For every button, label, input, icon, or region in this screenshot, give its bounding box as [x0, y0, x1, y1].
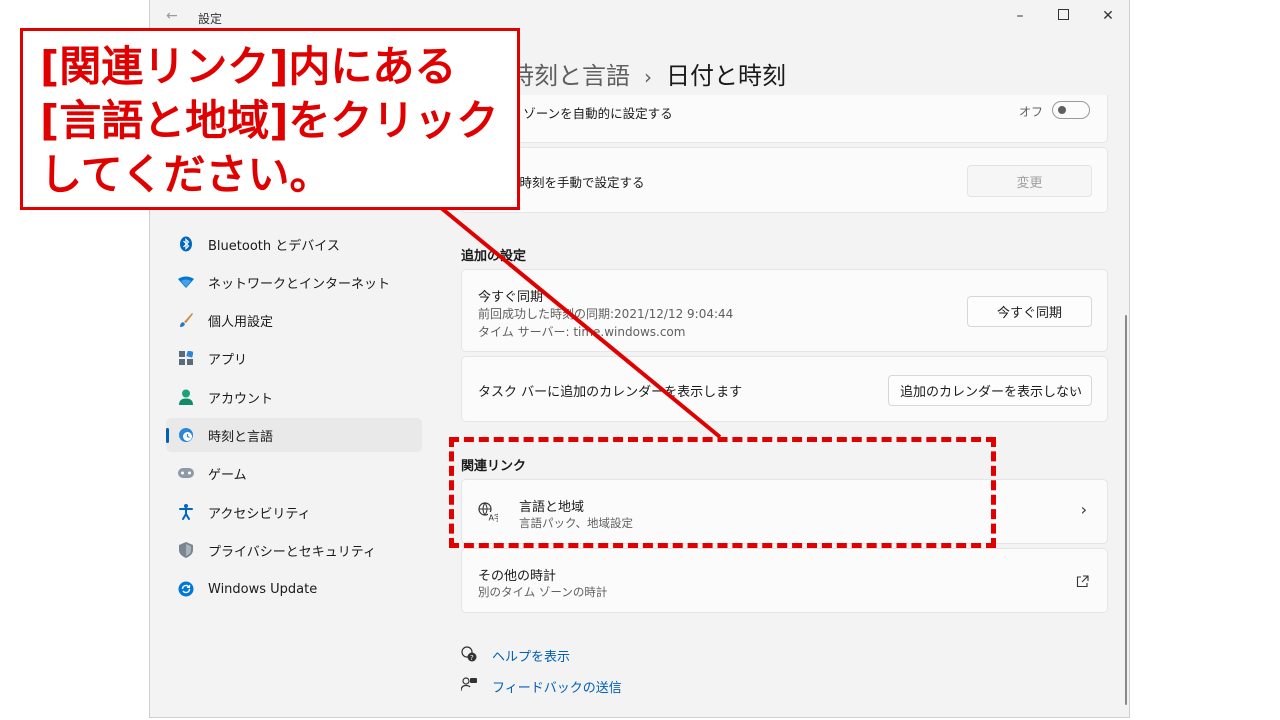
callout-line: [関連リンク]内にある [40, 42, 457, 91]
instruction-callout: [関連リンク]内にある [言語と地域]をクリック してください。 [20, 28, 520, 210]
callout-line: [言語と地域]をクリック [40, 96, 499, 145]
highlight-box [449, 437, 996, 548]
callout-line: してください。 [40, 150, 332, 199]
